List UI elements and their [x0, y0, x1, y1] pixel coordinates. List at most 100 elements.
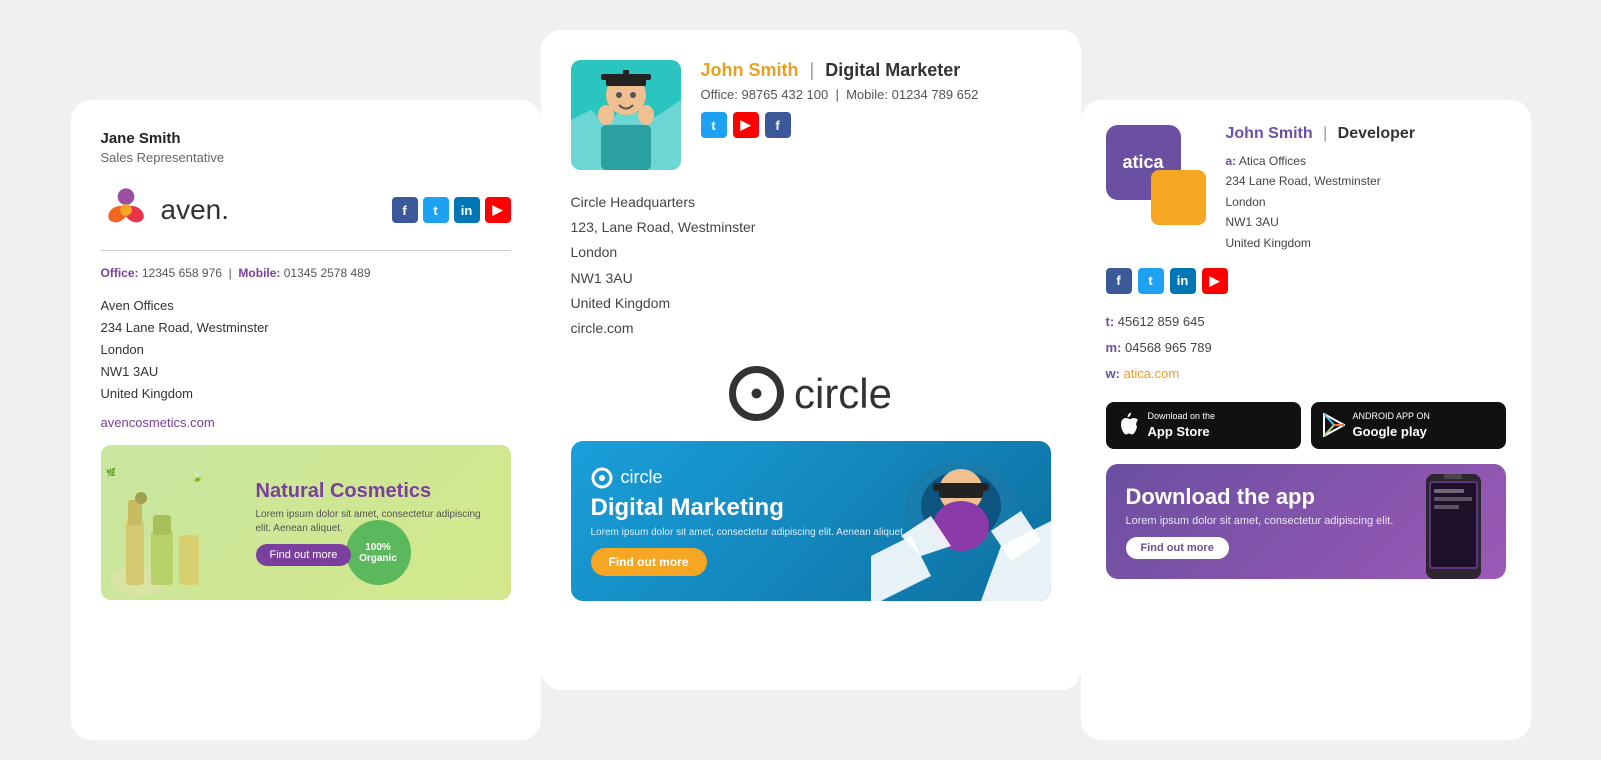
left-addr1: Aven Offices	[101, 295, 511, 317]
left-banner-title: Natural Cosmetics	[256, 479, 496, 503]
left-youtube-icon[interactable]: ▶	[485, 197, 511, 223]
right-tel-line: t: 45612 859 645	[1106, 309, 1506, 335]
left-twitter-icon[interactable]: t	[423, 197, 449, 223]
left-banner-desc: Lorem ipsum dolor sit amet, consectetur …	[256, 508, 496, 536]
left-office-number: 12345 658 976	[142, 266, 222, 280]
right-person-name: John Smith	[1226, 125, 1313, 142]
right-top-section: atica John Smith | Developer a: Atica Of…	[1106, 125, 1506, 253]
left-banner: 🌿 🍃 Natural Cosmetics Lorem ipsum dolor …	[101, 445, 511, 600]
left-contact-line: Office: 12345 658 976 | Mobile: 01345 25…	[101, 266, 511, 280]
google-play-text: ANDROID APP ON Google play	[1353, 410, 1430, 441]
right-tel-number: 45612 859 645	[1118, 314, 1205, 329]
mid-name-sep: |	[810, 60, 815, 80]
mid-profile-svg	[571, 60, 681, 170]
main-container: Jane Smith Sales Representative aven. f …	[0, 0, 1601, 760]
right-linkedin-icon[interactable]: in	[1170, 268, 1196, 294]
left-address: Aven Offices 234 Lane Road, Westminster …	[101, 295, 511, 405]
right-card: atica John Smith | Developer a: Atica Of…	[1081, 100, 1531, 740]
right-banner-btn[interactable]: Find out more	[1126, 537, 1229, 559]
left-card: Jane Smith Sales Representative aven. f …	[71, 100, 541, 740]
aven-logo: aven.	[101, 185, 230, 235]
mid-office-number: 98765 432 100	[741, 87, 828, 102]
mid-person-name: John Smith	[701, 60, 799, 80]
right-youtube-icon[interactable]: ▶	[1202, 268, 1228, 294]
google-title: Google play	[1353, 423, 1430, 441]
left-linkedin-icon[interactable]: in	[454, 197, 480, 223]
mid-contact: Office: 98765 432 100 | Mobile: 01234 78…	[701, 87, 1051, 102]
mid-profile-photo	[571, 60, 681, 170]
app-store-title: App Store	[1148, 423, 1216, 441]
right-website[interactable]: atica.com	[1124, 366, 1180, 381]
left-website[interactable]: avencosmetics.com	[101, 415, 511, 430]
left-mobile-label: Mobile:	[238, 266, 280, 280]
right-contact: t: 45612 859 645 m: 04568 965 789 w: ati…	[1106, 309, 1506, 387]
app-store-text: Download on the App Store	[1148, 410, 1216, 441]
right-addr2: London	[1226, 195, 1266, 209]
left-logo-area: aven. f t in ▶	[101, 185, 511, 251]
right-name-sep: |	[1323, 125, 1327, 142]
mid-banner-person	[871, 446, 1051, 601]
mid-addr5: circle.com	[571, 316, 1051, 341]
right-addr4: United Kingdom	[1226, 236, 1311, 250]
phone-illustration	[1416, 469, 1496, 579]
mid-office-label: Office:	[701, 87, 738, 102]
mid-banner-btn[interactable]: Find out more	[591, 548, 707, 576]
mid-mobile-number: 01234 789 652	[892, 87, 979, 102]
google-sub: ANDROID APP ON	[1353, 410, 1430, 423]
right-addr-name: Atica Offices	[1239, 154, 1306, 168]
right-facebook-icon[interactable]: f	[1106, 268, 1132, 294]
left-banner-text: Natural Cosmetics Lorem ipsum dolor sit …	[116, 479, 496, 566]
right-tel-label: t:	[1106, 314, 1115, 329]
mid-addr4: United Kingdom	[571, 291, 1051, 316]
left-addr5: United Kingdom	[101, 383, 511, 405]
right-twitter-icon[interactable]: t	[1138, 268, 1164, 294]
mid-addr2: London	[571, 240, 1051, 265]
mid-address: Circle Headquarters 123, Lane Road, West…	[571, 190, 1051, 341]
left-person-name: Jane Smith	[101, 130, 511, 147]
mid-name-line: John Smith | Digital Marketer	[701, 60, 1051, 81]
left-facebook-icon[interactable]: f	[392, 197, 418, 223]
right-addr-label: a:	[1226, 154, 1237, 168]
mid-banner: circle Digital Marketing Lorem ipsum dol…	[571, 441, 1051, 601]
right-person-role: Developer	[1338, 125, 1415, 142]
mid-facebook-icon[interactable]: f	[765, 112, 791, 138]
app-store-button[interactable]: Download on the App Store	[1106, 402, 1301, 449]
right-mob-label: m:	[1106, 340, 1122, 355]
right-name-line: John Smith | Developer	[1226, 125, 1506, 143]
right-info: John Smith | Developer a: Atica Offices …	[1226, 125, 1506, 253]
left-banner-btn[interactable]: Find out more	[256, 544, 352, 566]
aven-logo-text: aven.	[161, 194, 230, 226]
mid-youtube-icon[interactable]: ▶	[733, 112, 759, 138]
left-addr4: NW1 3AU	[101, 361, 511, 383]
mid-logo-text: circle	[794, 370, 892, 418]
google-play-icon	[1323, 413, 1345, 437]
left-mobile-number: 01345 2578 489	[284, 266, 371, 280]
google-play-button[interactable]: ANDROID APP ON Google play	[1311, 402, 1506, 449]
app-store-sub: Download on the	[1148, 410, 1216, 423]
mid-addr-name: Circle Headquarters	[571, 190, 1051, 215]
mid-banner-circle-icon	[591, 467, 613, 489]
right-web-line: w: atica.com	[1106, 361, 1506, 387]
left-person-title: Sales Representative	[101, 150, 511, 165]
circle-logo-svg	[729, 366, 784, 421]
apple-icon	[1118, 412, 1140, 438]
right-mob-line: m: 04568 965 789	[1106, 335, 1506, 361]
atica-logo: atica	[1106, 125, 1206, 225]
mid-profile-info: John Smith | Digital Marketer Office: 98…	[701, 60, 1051, 138]
mid-twitter-icon[interactable]: t	[701, 112, 727, 138]
mid-circle-logo: circle	[571, 366, 1051, 421]
mid-person-role: Digital Marketer	[825, 60, 960, 80]
right-banner: Download the app Lorem ipsum dolor sit a…	[1106, 464, 1506, 579]
atica-orange-square	[1151, 170, 1206, 225]
right-social-icons: f t in ▶	[1106, 268, 1506, 294]
right-addr3: NW1 3AU	[1226, 215, 1279, 229]
left-social-icons: f t in ▶	[392, 197, 511, 223]
mid-banner-logo-text: circle	[621, 467, 663, 488]
right-addr1: 234 Lane Road, Westminster	[1226, 174, 1381, 188]
mid-logo-combo: circle	[571, 366, 1051, 421]
right-mob-number: 04568 965 789	[1125, 340, 1212, 355]
right-web-label: w:	[1106, 366, 1120, 381]
mid-addr1: 123, Lane Road, Westminster	[571, 215, 1051, 240]
svg-text:🌿: 🌿	[106, 467, 116, 477]
aven-logo-icon	[101, 185, 151, 235]
